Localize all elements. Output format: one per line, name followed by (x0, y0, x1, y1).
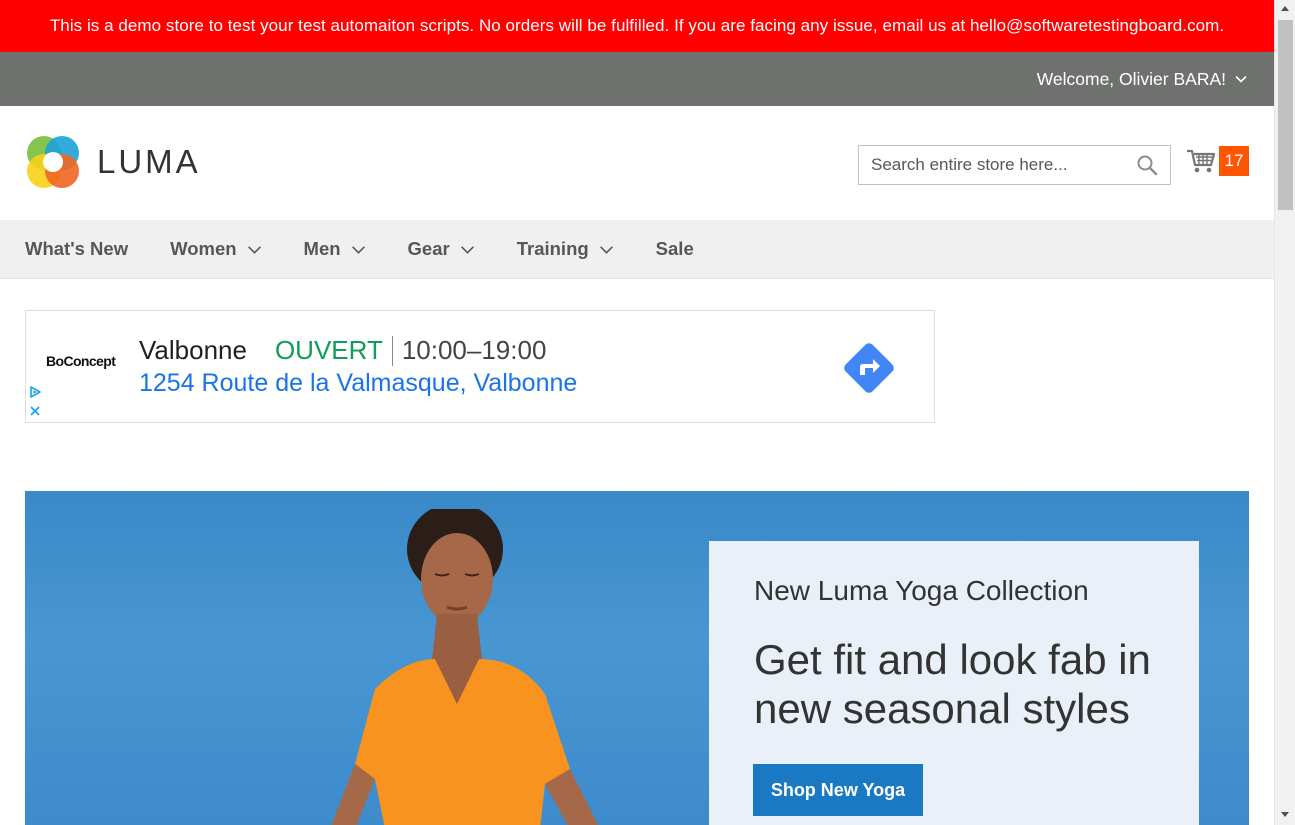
ad-divider (391, 335, 393, 366)
cart-icon (1187, 149, 1216, 173)
demo-notice-text: This is a demo store to test your test a… (49, 16, 1225, 35)
nav-item-label: Women (170, 238, 237, 259)
nav-item-women[interactable]: Women (170, 238, 261, 260)
hero-banner[interactable]: New Luma Yoga Collection Get fit and loo… (25, 491, 1249, 825)
main-navigation: What's New Women Men Gear Training Sale (0, 220, 1274, 279)
adchoices-icon[interactable] (28, 385, 42, 399)
chevron-down-icon (247, 245, 261, 254)
yoga-model-image (331, 509, 598, 825)
scroll-up-arrow-icon[interactable] (1281, 6, 1289, 11)
scroll-down-arrow-icon[interactable] (1281, 812, 1289, 817)
hero-kicker: New Luma Yoga Collection (754, 575, 1089, 606)
search-box (858, 145, 1171, 185)
cart-count-badge: 17 (1219, 146, 1249, 176)
ad-brand-logo: BoConcept (46, 353, 116, 369)
nav-item-label: Gear (407, 238, 450, 259)
minicart[interactable]: 17 (1186, 146, 1249, 176)
hero-promo-box: New Luma Yoga Collection Get fit and loo… (709, 541, 1199, 825)
nav-item-training[interactable]: Training (517, 238, 614, 260)
hero-title: Get fit and look fab in new seasonal sty… (754, 636, 1151, 732)
customer-welcome-menu[interactable]: Welcome, Olivier BARA! (1037, 52, 1248, 106)
nav-item-men[interactable]: Men (304, 238, 366, 260)
close-icon[interactable] (28, 404, 42, 418)
nav-item-whats-new[interactable]: What's New (25, 238, 128, 260)
page-scrollbar[interactable] (1274, 0, 1295, 825)
ad-hours: 10:00–19:00 (401, 335, 547, 365)
ad-open-status: OUVERT (274, 335, 383, 365)
nav-item-gear[interactable]: Gear (408, 238, 475, 260)
search-input[interactable] (871, 155, 1136, 175)
directions-icon[interactable] (838, 337, 900, 399)
welcome-text: Welcome, Olivier BARA! (1036, 68, 1226, 89)
nav-item-label: Training (516, 238, 589, 259)
nav-item-sale[interactable]: Sale (656, 238, 694, 260)
ad-city: Valbonne (139, 335, 247, 365)
scrollbar-thumb[interactable] (1278, 20, 1293, 210)
header-panel: Welcome, Olivier BARA! (0, 52, 1274, 106)
chevron-down-icon (351, 245, 365, 254)
nav-item-label: Men (303, 238, 341, 259)
chevron-down-icon (599, 245, 613, 254)
ad-banner[interactable]: BoConcept Valbonne OUVERT 10:00–19:00 12… (25, 310, 935, 423)
ad-address-link[interactable]: 1254 Route de la Valmasque, Valbonne (139, 369, 577, 398)
nav-item-label: What's New (25, 238, 129, 259)
luma-logo-icon (27, 136, 79, 188)
search-icon[interactable] (1136, 154, 1158, 176)
store-logo[interactable]: LUMA (25, 134, 201, 190)
shop-new-yoga-button[interactable]: Shop New Yoga (753, 764, 923, 816)
nav-item-label: Sale (655, 238, 694, 259)
logo-text: LUMA (97, 143, 201, 180)
page: This is a demo store to test your test a… (0, 0, 1274, 825)
site-header: LUMA 17 (0, 106, 1274, 220)
demo-notice-bar: This is a demo store to test your test a… (0, 0, 1274, 52)
ad-store-line: Valbonne OUVERT 10:00–19:00 (139, 335, 546, 366)
chevron-down-icon (1235, 75, 1247, 83)
chevron-down-icon (460, 245, 474, 254)
